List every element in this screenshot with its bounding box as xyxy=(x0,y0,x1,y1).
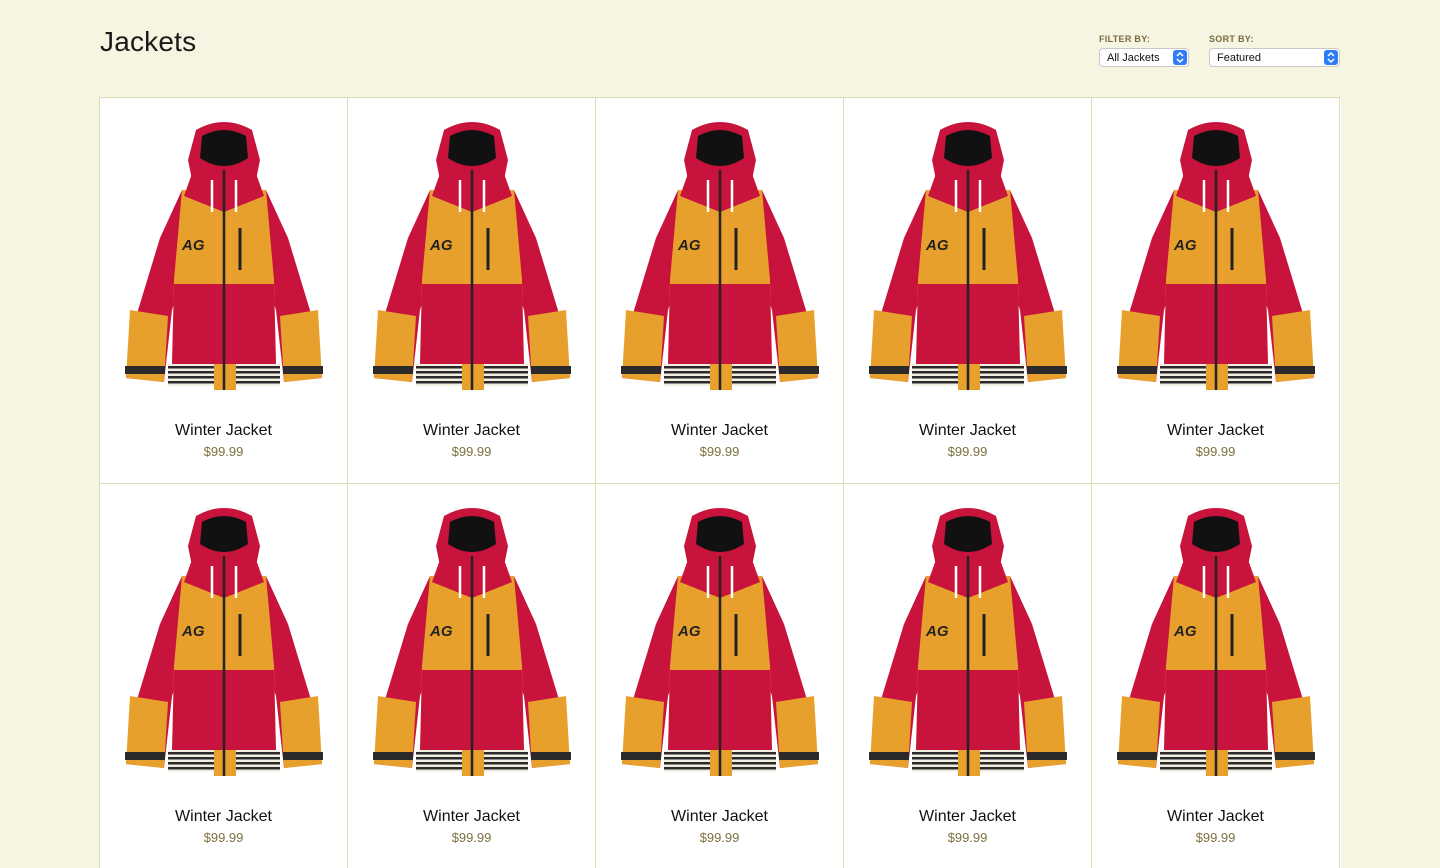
controls: FILTER BY: All Jackets SORT BY: Featured xyxy=(1099,34,1340,67)
product-card[interactable]: AG Winter Jacket $99.99 xyxy=(844,98,1092,484)
svg-text:AG: AG xyxy=(429,623,453,640)
product-price: $99.99 xyxy=(203,830,244,845)
jacket-image[interactable]: AG xyxy=(1116,506,1316,778)
sort-select[interactable]: Featured xyxy=(1209,48,1340,67)
svg-text:AG: AG xyxy=(925,623,949,640)
jacket-image[interactable]: AG xyxy=(124,506,324,778)
product-name[interactable]: Winter Jacket xyxy=(844,808,1091,826)
product-card[interactable]: AG Winter Jacket $99.99 xyxy=(1092,484,1340,868)
svg-text:AG: AG xyxy=(181,237,205,254)
product-card[interactable]: AG Winter Jacket $99.99 xyxy=(348,484,596,868)
filter-select[interactable]: All Jackets xyxy=(1099,48,1189,67)
product-price: $99.99 xyxy=(699,830,740,845)
jacket-image[interactable]: AG xyxy=(620,120,820,392)
product-name[interactable]: Winter Jacket xyxy=(348,422,595,440)
product-name[interactable]: Winter Jacket xyxy=(348,808,595,826)
product-name[interactable]: Winter Jacket xyxy=(100,422,347,440)
jacket-image[interactable]: AG xyxy=(124,120,324,392)
product-price: $99.99 xyxy=(1195,444,1236,459)
product-name[interactable]: Winter Jacket xyxy=(596,422,843,440)
product-card[interactable]: AG Winter Jacket $99.99 xyxy=(596,484,844,868)
product-card[interactable]: AG Winter Jacket $99.99 xyxy=(348,98,596,484)
product-card[interactable]: AG Winter Jacket $99.99 xyxy=(596,98,844,484)
svg-text:AG: AG xyxy=(429,237,453,254)
jacket-image[interactable]: AG xyxy=(372,120,572,392)
page-title: Jackets xyxy=(100,26,197,57)
jacket-image[interactable]: AG xyxy=(1116,120,1316,392)
select-chevrons-icon xyxy=(1173,50,1187,65)
product-name[interactable]: Winter Jacket xyxy=(1092,808,1339,826)
sort-group: SORT BY: Featured xyxy=(1209,34,1340,67)
svg-text:AG: AG xyxy=(677,623,701,640)
jacket-image[interactable]: AG xyxy=(868,120,1068,392)
svg-text:AG: AG xyxy=(181,623,205,640)
product-price: $99.99 xyxy=(1195,830,1236,845)
product-card[interactable]: AG Winter Jacket $99.99 xyxy=(1092,98,1340,484)
product-card[interactable]: AG Winter Jacket $99.99 xyxy=(100,98,348,484)
product-price: $99.99 xyxy=(699,444,740,459)
svg-text:AG: AG xyxy=(1173,237,1197,254)
product-price: $99.99 xyxy=(203,444,244,459)
product-price: $99.99 xyxy=(947,444,988,459)
product-grid: AG Winter Jacket $99.99 AG Winter Jacket… xyxy=(99,97,1341,868)
product-name[interactable]: Winter Jacket xyxy=(596,808,843,826)
filter-label: FILTER BY: xyxy=(1099,34,1151,44)
product-price: $99.99 xyxy=(451,830,492,845)
sort-select-value: Featured xyxy=(1217,52,1262,64)
product-name[interactable]: Winter Jacket xyxy=(844,422,1091,440)
jacket-image[interactable]: AG xyxy=(868,506,1068,778)
product-card[interactable]: AG Winter Jacket $99.99 xyxy=(100,484,348,868)
product-name[interactable]: Winter Jacket xyxy=(1092,422,1339,440)
product-card[interactable]: AG Winter Jacket $99.99 xyxy=(844,484,1092,868)
svg-text:AG: AG xyxy=(925,237,949,254)
filter-select-value: All Jackets xyxy=(1107,52,1160,64)
select-chevrons-icon xyxy=(1324,50,1338,65)
jacket-image[interactable]: AG xyxy=(372,506,572,778)
svg-text:AG: AG xyxy=(1173,623,1197,640)
svg-text:AG: AG xyxy=(677,237,701,254)
product-name[interactable]: Winter Jacket xyxy=(100,808,347,826)
jacket-image[interactable]: AG xyxy=(620,506,820,778)
product-price: $99.99 xyxy=(451,444,492,459)
product-price: $99.99 xyxy=(947,830,988,845)
filter-group: FILTER BY: All Jackets xyxy=(1099,34,1189,67)
sort-label: SORT BY: xyxy=(1209,34,1254,44)
